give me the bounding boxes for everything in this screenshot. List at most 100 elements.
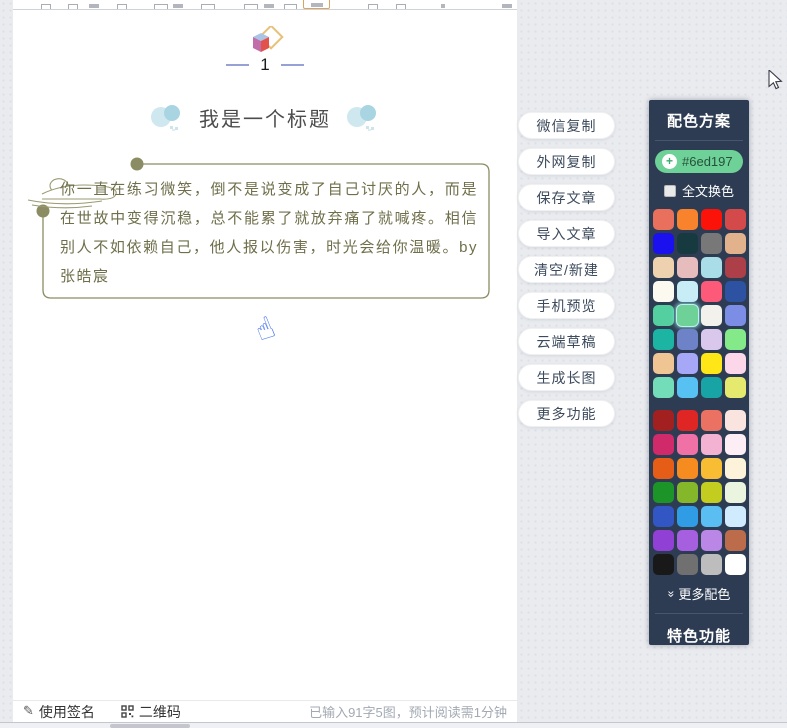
action-button[interactable]: 更多功能 bbox=[518, 400, 615, 427]
color-swatch[interactable] bbox=[653, 506, 674, 527]
color-swatch[interactable] bbox=[701, 482, 722, 503]
color-swatch[interactable] bbox=[677, 257, 698, 278]
toolbar-icon-clipped[interactable] bbox=[154, 4, 168, 9]
color-swatch[interactable] bbox=[701, 530, 722, 551]
toolbar-icon-clipped[interactable] bbox=[284, 4, 297, 9]
color-swatch[interactable] bbox=[725, 377, 746, 398]
color-swatch[interactable] bbox=[653, 434, 674, 455]
action-button[interactable]: 外网复制 bbox=[518, 148, 615, 175]
pointing-hand-icon: ☝ bbox=[250, 310, 280, 349]
toolbar-undo-icon[interactable] bbox=[368, 4, 378, 9]
color-swatch[interactable] bbox=[725, 209, 746, 230]
color-swatch[interactable] bbox=[725, 257, 746, 278]
color-swatch[interactable] bbox=[653, 353, 674, 374]
color-swatch[interactable] bbox=[725, 281, 746, 302]
color-swatch[interactable] bbox=[677, 209, 698, 230]
action-button[interactable]: 云端草稿 bbox=[518, 328, 615, 355]
color-swatch[interactable] bbox=[653, 554, 674, 575]
use-signature-button[interactable]: ✎ 使用签名 bbox=[23, 702, 95, 722]
more-colors-button[interactable]: » 更多配色 bbox=[649, 584, 749, 603]
color-swatch[interactable] bbox=[725, 353, 746, 374]
action-button[interactable]: 微信复制 bbox=[518, 112, 615, 139]
color-swatch[interactable] bbox=[677, 353, 698, 374]
color-swatch[interactable] bbox=[677, 434, 698, 455]
color-swatch[interactable] bbox=[677, 329, 698, 350]
color-swatch[interactable] bbox=[725, 410, 746, 431]
color-swatch[interactable] bbox=[653, 530, 674, 551]
quote-text[interactable]: 你一直在练习微笑，倒不是说变成了自己讨厌的人，而是在世故中变得沉稳，总不能累了就… bbox=[60, 175, 478, 291]
toolbar-icon-clipped[interactable] bbox=[173, 4, 183, 8]
qrcode-button[interactable]: 二维码 bbox=[121, 702, 181, 722]
color-swatch[interactable] bbox=[725, 434, 746, 455]
section-number-separator: 1 bbox=[13, 56, 517, 74]
current-color-pill[interactable]: + #6ed197 bbox=[655, 150, 743, 173]
color-swatch[interactable] bbox=[701, 353, 722, 374]
color-swatch[interactable] bbox=[653, 281, 674, 302]
toolbar-icon-clipped[interactable] bbox=[264, 4, 274, 8]
color-swatch[interactable] bbox=[677, 281, 698, 302]
active-tool-highlight[interactable] bbox=[303, 0, 330, 9]
scrollbar-thumb[interactable] bbox=[110, 724, 190, 728]
checkbox-icon[interactable] bbox=[664, 185, 676, 197]
color-swatch[interactable] bbox=[677, 233, 698, 254]
toolbar-redo-icon[interactable] bbox=[396, 4, 406, 9]
full-recolor-toggle[interactable]: 全文换色 bbox=[649, 181, 749, 200]
color-swatch[interactable] bbox=[677, 554, 698, 575]
toolbar-icon-clipped[interactable] bbox=[441, 4, 445, 8]
action-button[interactable]: 保存文章 bbox=[518, 184, 615, 211]
add-color-icon[interactable]: + bbox=[662, 154, 677, 169]
toolbar-icon-clipped[interactable] bbox=[244, 4, 258, 9]
color-swatch[interactable] bbox=[701, 257, 722, 278]
color-swatch[interactable] bbox=[701, 554, 722, 575]
color-swatch[interactable] bbox=[677, 506, 698, 527]
editor-canvas[interactable]: 1 我是一个标题 bbox=[13, 0, 517, 722]
color-swatch[interactable] bbox=[725, 554, 746, 575]
color-swatch[interactable] bbox=[725, 329, 746, 350]
action-button[interactable]: 手机预览 bbox=[518, 292, 615, 319]
action-button[interactable]: 导入文章 bbox=[518, 220, 615, 247]
color-swatch[interactable] bbox=[701, 434, 722, 455]
featured-functions-button[interactable]: 特色功能 bbox=[649, 625, 749, 646]
color-swatch[interactable] bbox=[725, 482, 746, 503]
color-swatch[interactable] bbox=[701, 305, 722, 326]
color-swatch[interactable] bbox=[701, 410, 722, 431]
color-swatch[interactable] bbox=[653, 377, 674, 398]
toolbar-icon-clipped[interactable] bbox=[41, 4, 51, 9]
color-swatch[interactable] bbox=[701, 377, 722, 398]
horizontal-scrollbar[interactable] bbox=[0, 722, 787, 728]
toolbar-icon-clipped[interactable] bbox=[89, 4, 99, 8]
toolbar-icon-clipped[interactable] bbox=[502, 4, 512, 8]
color-swatch[interactable] bbox=[653, 209, 674, 230]
color-swatch[interactable] bbox=[653, 410, 674, 431]
page-title[interactable]: 我是一个标题 bbox=[199, 103, 331, 132]
quote-block[interactable]: 你一直在练习微笑，倒不是说变成了自己讨厌的人，而是在世故中变得沉稳，总不能累了就… bbox=[20, 150, 500, 310]
color-swatch[interactable] bbox=[701, 329, 722, 350]
color-swatch[interactable] bbox=[725, 458, 746, 479]
color-swatch[interactable] bbox=[677, 410, 698, 431]
color-swatch[interactable] bbox=[725, 506, 746, 527]
color-swatch[interactable] bbox=[725, 305, 746, 326]
color-swatch[interactable] bbox=[677, 530, 698, 551]
color-swatch[interactable] bbox=[677, 377, 698, 398]
color-swatch[interactable] bbox=[701, 209, 722, 230]
toolbar-icon-clipped[interactable] bbox=[68, 4, 78, 9]
color-swatch[interactable] bbox=[653, 458, 674, 479]
color-swatch[interactable] bbox=[653, 305, 674, 326]
action-button[interactable]: 清空/新建 bbox=[518, 256, 615, 283]
color-swatch[interactable] bbox=[701, 506, 722, 527]
color-swatch[interactable] bbox=[653, 482, 674, 503]
color-swatch[interactable] bbox=[677, 458, 698, 479]
color-swatch[interactable] bbox=[725, 530, 746, 551]
action-button[interactable]: 生成长图 bbox=[518, 364, 615, 391]
color-swatch[interactable] bbox=[701, 281, 722, 302]
color-swatch[interactable] bbox=[701, 233, 722, 254]
color-swatch[interactable] bbox=[677, 482, 698, 503]
color-swatch[interactable] bbox=[653, 233, 674, 254]
color-swatch[interactable] bbox=[653, 329, 674, 350]
color-swatch[interactable] bbox=[725, 233, 746, 254]
color-swatch[interactable] bbox=[653, 257, 674, 278]
color-swatch[interactable] bbox=[677, 305, 698, 326]
toolbar-icon-clipped[interactable] bbox=[117, 4, 127, 9]
toolbar-icon-clipped[interactable] bbox=[201, 4, 215, 9]
color-swatch[interactable] bbox=[701, 458, 722, 479]
